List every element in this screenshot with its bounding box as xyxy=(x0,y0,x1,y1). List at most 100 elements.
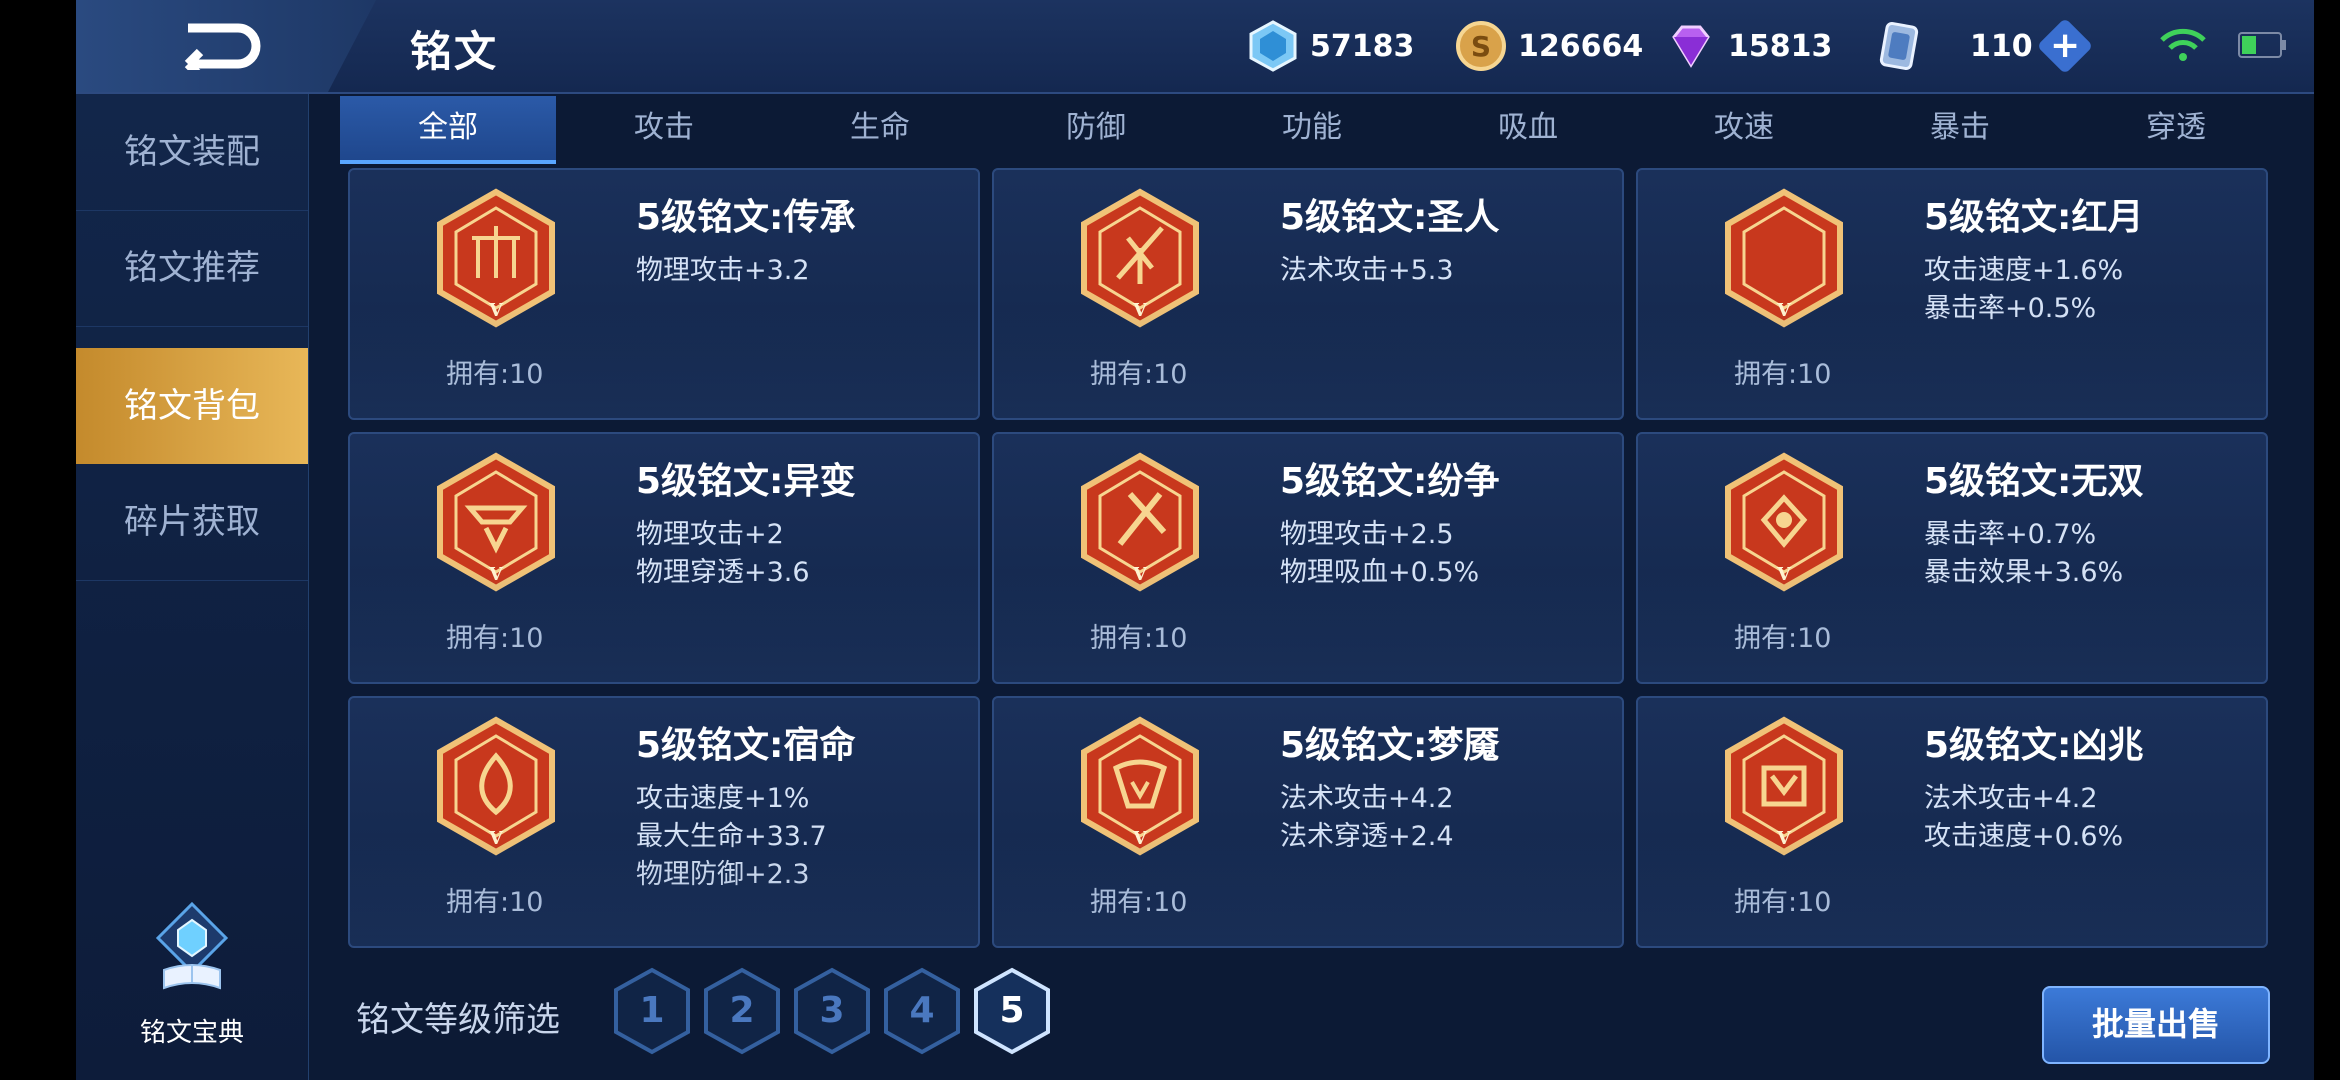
gold-coin-icon: S xyxy=(1454,19,1508,73)
sidebar-item-fragments[interactable]: 碎片获取 xyxy=(76,464,308,581)
inscription-title: 5级铭文:无双 xyxy=(1924,461,2144,502)
badge-level: V xyxy=(1776,300,1792,321)
currency-card: 110 + xyxy=(1872,17,2093,75)
badge-level: V xyxy=(1132,564,1148,585)
inscription-stat: 物理防御+2.3 xyxy=(636,859,810,890)
owned-count: 拥有:10 xyxy=(446,359,544,390)
tab-utility[interactable]: 功能 xyxy=(1204,96,1420,160)
inscription-title: 5级铭文:传承 xyxy=(636,197,856,238)
back-button[interactable] xyxy=(76,0,376,92)
badge-level: V xyxy=(488,828,504,849)
badge-level: V xyxy=(1776,564,1792,585)
inscription-title: 5级铭文:梦魇 xyxy=(1280,725,1500,766)
inscription-emblem-icon: V xyxy=(1725,716,1843,856)
add-card-button[interactable]: + xyxy=(2036,17,2093,75)
inscription-title: 5级铭文:宿命 xyxy=(636,725,856,766)
gem-value: 15813 xyxy=(1728,28,1833,64)
tab-crit[interactable]: 暴击 xyxy=(1852,96,2068,160)
inscription-card[interactable]: V 5级铭文:红月 攻击速度+1.6% 暴击率+0.5% 拥有:10 xyxy=(1636,168,2268,420)
inscription-card[interactable]: V 5级铭文:宿命 攻击速度+1% 最大生命+33.7 物理防御+2.3 拥有:… xyxy=(348,696,980,948)
inscription-card[interactable]: V 5级铭文:无双 暴击率+0.7% 暴击效果+3.6% 拥有:10 xyxy=(1636,432,2268,684)
back-arrow-icon xyxy=(184,23,261,70)
codex-book-icon xyxy=(155,901,229,990)
level-number: 3 xyxy=(819,990,845,1031)
tab-attack[interactable]: 攻击 xyxy=(556,96,772,160)
inscription-emblem-icon: V xyxy=(437,452,555,592)
tab-defense[interactable]: 防御 xyxy=(988,96,1204,160)
inscription-stat: 法术攻击+4.2 xyxy=(1924,783,2098,814)
tab-attack-speed[interactable]: 攻速 xyxy=(1636,96,1852,160)
inscription-stat: 暴击效果+3.6% xyxy=(1924,557,2124,588)
inscription-card[interactable]: V 5级铭文:异变 物理攻击+2 物理穿透+3.6 拥有:10 xyxy=(348,432,980,684)
owned-count: 拥有:10 xyxy=(1090,887,1188,918)
owned-count: 拥有:10 xyxy=(1090,359,1188,390)
inscription-stat: 攻击速度+0.6% xyxy=(1924,821,2124,852)
inscription-stat: 法术攻击+5.3 xyxy=(1280,255,1454,286)
sidebar-item-recommend[interactable]: 铭文推荐 xyxy=(76,210,308,327)
inscription-stat: 物理攻击+3.2 xyxy=(636,255,810,286)
level-number: 5 xyxy=(999,990,1025,1031)
badge-level: V xyxy=(488,300,504,321)
level-filter-2[interactable]: 2 xyxy=(702,966,782,1056)
owned-count: 拥有:10 xyxy=(446,887,544,918)
inscription-grid: V 5级铭文:传承 物理攻击+3.2 拥有:10 V 5级铭文:圣人 法术攻击+… xyxy=(348,168,2268,948)
inscription-stat: 暴击率+0.7% xyxy=(1924,519,2097,550)
inscription-stat: 法术攻击+4.2 xyxy=(1280,783,1454,814)
badge-level: V xyxy=(1132,828,1148,849)
inscription-stat: 物理攻击+2.5 xyxy=(1280,519,1454,550)
badge-level: V xyxy=(1132,300,1148,321)
inscription-emblem-icon: V xyxy=(1081,716,1199,856)
inscription-stat: 物理穿透+3.6 xyxy=(636,557,810,588)
tab-penetration[interactable]: 穿透 xyxy=(2068,96,2284,160)
plus-icon: + xyxy=(2049,24,2080,66)
batch-sell-button[interactable]: 批量出售 xyxy=(2042,986,2270,1064)
inscription-emblem-icon: V xyxy=(437,188,555,328)
inscription-title: 5级铭文:凶兆 xyxy=(1924,725,2144,766)
owned-count: 拥有:10 xyxy=(1090,623,1188,654)
inscription-card[interactable]: V 5级铭文:传承 物理攻击+3.2 拥有:10 xyxy=(348,168,980,420)
inscription-card[interactable]: V 5级铭文:圣人 法术攻击+5.3 拥有:10 xyxy=(992,168,1624,420)
level-number: 2 xyxy=(729,990,755,1031)
badge-level: V xyxy=(1776,828,1792,849)
currency-diamond: 57183 xyxy=(1246,18,1414,74)
purple-gem-icon xyxy=(1664,19,1718,73)
gold-value: 126664 xyxy=(1518,28,1644,64)
inscription-title: 5级铭文:红月 xyxy=(1924,197,2144,238)
inscription-card[interactable]: V 5级铭文:纷争 物理攻击+2.5 物理吸血+0.5% 拥有:10 xyxy=(992,432,1624,684)
inscription-emblem-icon: V xyxy=(437,716,555,856)
tab-lifesteal[interactable]: 吸血 xyxy=(1420,96,1636,160)
inscription-emblem-icon: V xyxy=(1725,452,1843,592)
level-filter-3[interactable]: 3 xyxy=(792,966,872,1056)
inscription-card[interactable]: V 5级铭文:梦魇 法术攻击+4.2 法术穿透+2.4 拥有:10 xyxy=(992,696,1624,948)
category-tabs: 全部 攻击 生命 防御 功能 吸血 攻速 暴击 穿透 xyxy=(340,96,2290,164)
inscription-emblem-icon: V xyxy=(1081,452,1199,592)
inscription-title: 5级铭文:圣人 xyxy=(1280,197,1500,238)
battery-icon xyxy=(2238,32,2286,58)
badge-level: V xyxy=(488,564,504,585)
owned-count: 拥有:10 xyxy=(1734,887,1832,918)
card-value: 110 xyxy=(1970,28,2033,64)
inscription-stat: 物理攻击+2 xyxy=(636,519,784,550)
inscription-stat: 法术穿透+2.4 xyxy=(1280,821,1454,852)
inscription-stat: 最大生命+33.7 xyxy=(636,821,827,852)
blue-crystal-icon xyxy=(1246,19,1300,73)
currency-gem: 15813 xyxy=(1664,18,1832,74)
codex-button[interactable]: 铭文宝典 xyxy=(76,900,308,1050)
level-filter-1[interactable]: 1 xyxy=(612,966,692,1056)
level-filter-5[interactable]: 5 xyxy=(972,966,1052,1056)
sidebar-item-assembly[interactable]: 铭文装配 xyxy=(76,94,308,211)
wifi-icon xyxy=(2160,28,2206,61)
tab-all[interactable]: 全部 xyxy=(340,96,556,164)
card-icon xyxy=(1872,19,1926,73)
diamond-value: 57183 xyxy=(1310,28,1415,64)
owned-count: 拥有:10 xyxy=(1734,359,1832,390)
tab-health[interactable]: 生命 xyxy=(772,96,988,160)
inscription-stat: 物理吸血+0.5% xyxy=(1280,557,1480,588)
sidebar-item-backpack[interactable]: 铭文背包 xyxy=(76,348,308,464)
inscription-card[interactable]: V 5级铭文:凶兆 法术攻击+4.2 攻击速度+0.6% 拥有:10 xyxy=(1636,696,2268,948)
inscription-title: 5级铭文:纷争 xyxy=(1280,461,1500,502)
inscription-stat: 暴击率+0.5% xyxy=(1924,293,2097,324)
screen-edge-right xyxy=(2314,0,2340,1080)
owned-count: 拥有:10 xyxy=(1734,623,1832,654)
level-filter-4[interactable]: 4 xyxy=(882,966,962,1056)
